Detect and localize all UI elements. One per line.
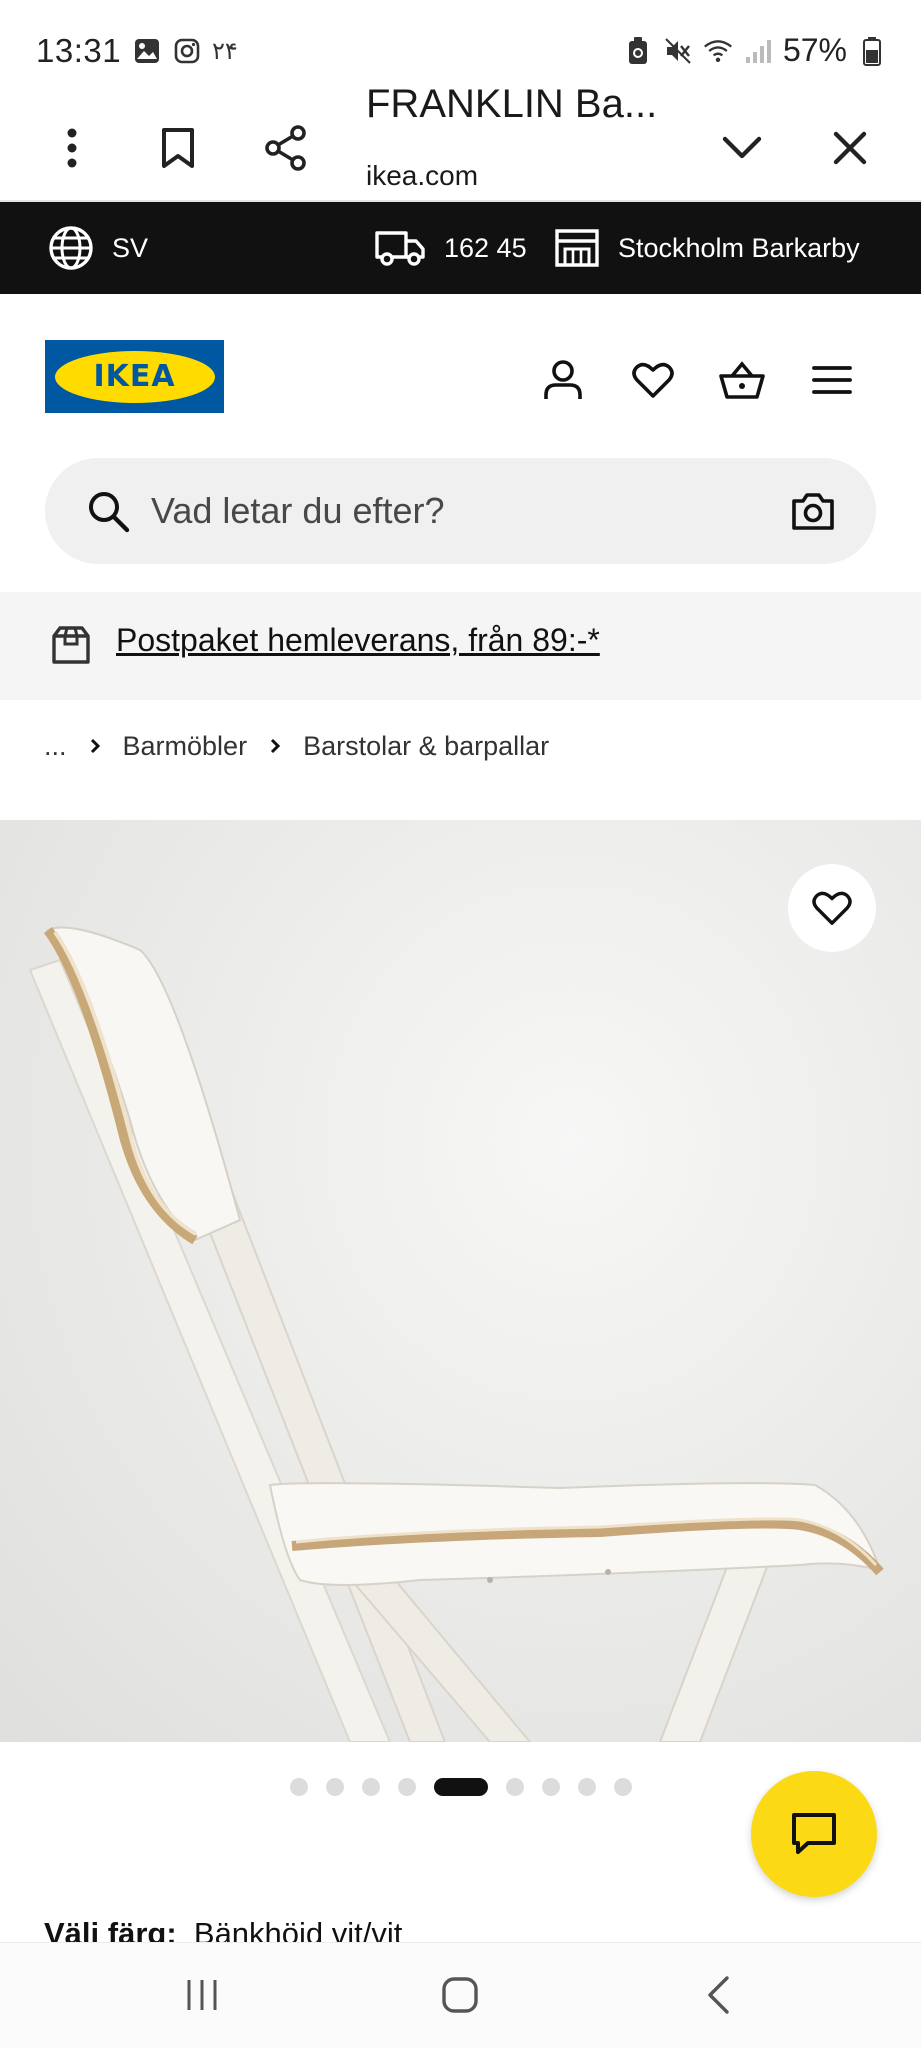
close-icon[interactable] [814, 112, 886, 184]
store-selector[interactable]: Stockholm Barkarby [554, 202, 860, 294]
store-icon [555, 229, 599, 267]
bookmark-icon[interactable] [142, 112, 214, 184]
battery-icon [857, 35, 887, 67]
share-icon[interactable] [250, 112, 322, 184]
status-notification-icons: ۲۴ [132, 36, 238, 66]
parcel-icon [52, 626, 90, 664]
system-navigation-bar [0, 1942, 921, 2048]
back-icon[interactable] [678, 1963, 758, 2027]
chevron-right-icon [85, 736, 105, 756]
delivery-banner-link[interactable]: Postpaket hemleverans, från 89:-* [116, 622, 600, 659]
tab-page-title: FRANKLIN Ba... [366, 82, 658, 126]
heart-icon[interactable] [625, 352, 681, 408]
home-icon[interactable] [420, 1963, 500, 2027]
postcode-label: 162 45 [444, 232, 527, 263]
carousel-dot[interactable] [398, 1778, 416, 1796]
chevron-down-icon[interactable] [706, 112, 778, 184]
carousel-dot-active[interactable] [434, 1778, 488, 1796]
bar-stool-illustration [28, 926, 884, 1742]
globe-icon [49, 226, 93, 270]
logo-oval: IKEA [54, 350, 215, 403]
breadcrumb-item-barmobler[interactable]: Barmöbler [123, 731, 248, 762]
basket-icon[interactable] [714, 352, 770, 408]
browser-custom-tab-toolbar: FRANKLIN Ba... ikea.com [0, 82, 921, 202]
carousel-dot[interactable] [290, 1778, 308, 1796]
postcode-selector[interactable]: 162 45 [374, 202, 527, 294]
add-to-favourites-button[interactable] [788, 864, 876, 952]
signal-icon [743, 35, 773, 67]
carousel-dot[interactable] [614, 1778, 632, 1796]
carousel-pagination [290, 1776, 632, 1798]
search-input[interactable] [151, 458, 711, 564]
gallery-icon [132, 36, 162, 66]
more-vert-icon[interactable] [36, 112, 108, 184]
site-header: IKEA [0, 294, 921, 454]
status-system-icons: 57% [623, 32, 887, 69]
status-time: 13:31 [36, 32, 122, 69]
breadcrumb-ellipsis[interactable]: ... [44, 731, 67, 762]
breadcrumb-item-barstolar[interactable]: Barstolar & barpallar [303, 731, 549, 762]
instagram-icon [172, 36, 202, 66]
notification-count: ۲۴ [212, 37, 238, 65]
utility-bar: SV 162 45 Stockholm Barkarby [0, 202, 921, 294]
mute-icon [663, 35, 693, 67]
account-icon[interactable] [535, 352, 591, 408]
search-icon [89, 492, 130, 533]
language-label: SV [112, 232, 149, 263]
wifi-icon [703, 35, 733, 67]
battery-saver-icon [623, 35, 653, 67]
chat-button[interactable] [751, 1771, 877, 1897]
language-selector[interactable]: SV [48, 202, 148, 294]
breadcrumb: ... Barmöbler Barstolar & barpallar [44, 726, 549, 766]
delivery-banner: Postpaket hemleverans, från 89:-* [0, 592, 921, 700]
menu-icon[interactable] [804, 352, 860, 408]
tab-page-url: ikea.com [366, 160, 479, 191]
carousel-dot[interactable] [542, 1778, 560, 1796]
carousel-dot[interactable] [578, 1778, 596, 1796]
carousel-dot[interactable] [362, 1778, 380, 1796]
chat-bubble-icon [792, 1813, 836, 1854]
battery-percent: 57% [782, 32, 847, 68]
chevron-right-icon [265, 736, 285, 756]
carousel-dot[interactable] [506, 1778, 524, 1796]
search-bar[interactable] [45, 458, 876, 564]
camera-icon[interactable] [790, 488, 836, 534]
ikea-logo[interactable]: IKEA [45, 340, 224, 413]
store-label: Stockholm Barkarby [618, 232, 860, 263]
recent-apps-icon[interactable] [162, 1963, 242, 2027]
product-image[interactable] [0, 820, 921, 1742]
heart-icon [812, 891, 852, 925]
logo-text: IKEA [93, 359, 176, 394]
delivery-truck-icon [375, 231, 425, 266]
carousel-dot[interactable] [326, 1778, 344, 1796]
